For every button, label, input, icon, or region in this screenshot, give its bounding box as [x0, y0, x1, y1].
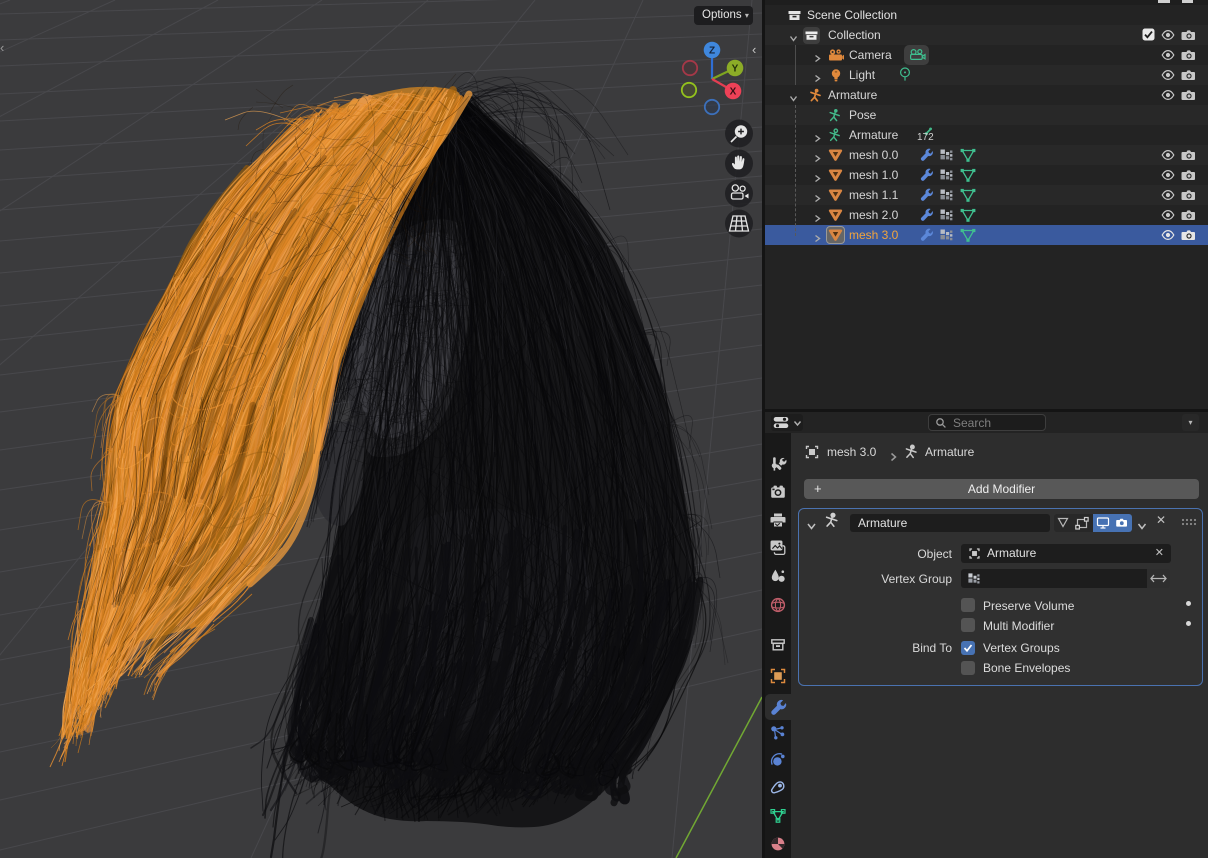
svg-text:Y: Y — [732, 64, 739, 75]
svg-text:X: X — [730, 87, 737, 98]
svg-text:Z: Z — [709, 46, 715, 57]
